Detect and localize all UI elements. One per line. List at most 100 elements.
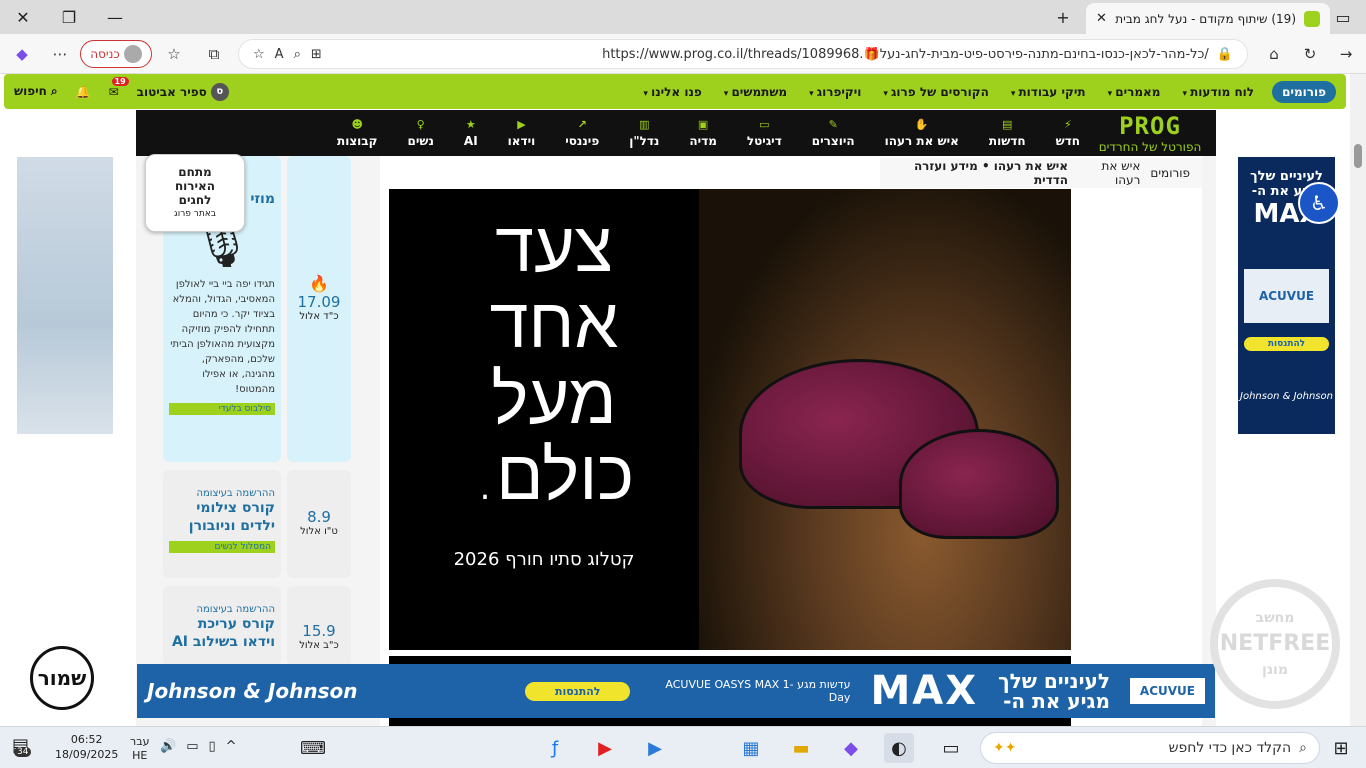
- split-screen-icon[interactable]: ⊞: [311, 47, 322, 62]
- network-icon[interactable]: ▯: [208, 739, 215, 754]
- window-minimize-icon[interactable]: —: [92, 0, 138, 34]
- taskbar-search[interactable]: ⌕ הקלד כאן כדי לחפש ✦✦: [980, 732, 1320, 764]
- event-card[interactable]: ההרשמה בעיצומה קורס צילומי ילדים וניובור…: [163, 470, 281, 578]
- holiday-sticker[interactable]: מתחם האירוח לחגים באתר פרוג: [145, 154, 245, 232]
- promo-banner-image[interactable]: צעד אחד מעל כולם. קטלוג סתיו חורף 2026: [389, 189, 1071, 650]
- home-icon[interactable]: ⌂: [1260, 40, 1288, 68]
- back-icon[interactable]: →: [1332, 40, 1360, 68]
- bottom-ad-cta-button[interactable]: להתנסות: [524, 681, 631, 701]
- menu-item-courses[interactable]: הקורסים של פרוג: [883, 85, 989, 99]
- event-tag: המסלול לנשים: [169, 541, 275, 553]
- nav-new[interactable]: ⚡ חדש: [1056, 118, 1080, 148]
- window-close-icon[interactable]: ✕: [0, 0, 46, 34]
- youtube-icon[interactable]: ▶: [590, 733, 620, 763]
- lock-icon[interactable]: 🔒: [1217, 47, 1233, 62]
- event-hebrew-date: כ"ב אלול: [299, 640, 339, 651]
- nav-video[interactable]: ▶ וידאו: [508, 118, 536, 148]
- window-restore-icon[interactable]: ❐: [46, 0, 92, 34]
- scrollbar-thumb[interactable]: [1354, 144, 1362, 168]
- forums-menu[interactable]: פורומים: [1272, 80, 1336, 103]
- main-menu: לוח מודעות מאמרים תיקי עבודות הקורסים של…: [643, 85, 1254, 99]
- breadcrumb-forums[interactable]: פורומים: [1150, 166, 1190, 180]
- favorites-icon[interactable]: ☆: [160, 40, 188, 68]
- bottom-ad-line: מגיע את ה-: [1003, 689, 1110, 713]
- nav-groups[interactable]: ☻ קבוצות: [337, 118, 377, 148]
- copilot-sparkle-icon: ✦✦: [993, 740, 1017, 756]
- user-menu[interactable]: ס ספיר אביטוב: [137, 82, 229, 101]
- chevron-up-icon[interactable]: ^: [226, 739, 237, 754]
- search-label: חיפוש: [14, 84, 47, 98]
- breadcrumb-community[interactable]: איש את רעהו: [1078, 159, 1140, 187]
- keyboard-icon[interactable]: ⌨: [298, 733, 328, 763]
- read-aloud-icon[interactable]: A: [275, 47, 284, 62]
- breadcrumb-current[interactable]: איש את רעהו • מידע ועזרה הדדית: [892, 159, 1068, 187]
- category-list: ⚡ חדש ▤ חדשות ✋ איש את רעהו ✎ היוצרים ▭ דיגיט…: [337, 118, 1080, 148]
- clock[interactable]: 06:52 18/09/2025: [55, 732, 118, 762]
- more-options-icon[interactable]: ⋯: [46, 40, 74, 68]
- start-icon[interactable]: ⊞: [1326, 733, 1356, 763]
- active-tab[interactable]: (19) שיתוף מקודם - נעל לחג מבית ✕: [1086, 3, 1330, 34]
- extensions-icon[interactable]: ⧉: [200, 40, 228, 68]
- vertical-scrollbar[interactable]: [1350, 74, 1366, 726]
- sticker-caption: באתר פרוג: [174, 209, 216, 219]
- bell-icon[interactable]: 🔔: [76, 85, 91, 99]
- nav-digital[interactable]: ▭ דיגיטל: [747, 118, 782, 148]
- event-date[interactable]: 🔥 17.09 כ"ד אלול: [287, 156, 351, 462]
- menu-item-contact[interactable]: פנו אלינו: [643, 85, 702, 99]
- media-player-icon[interactable]: ▶: [640, 733, 670, 763]
- add-favorite-icon[interactable]: ☆: [253, 47, 265, 62]
- nav-community[interactable]: ✋ איש את רעהו: [885, 118, 959, 148]
- nav-label: חדש: [1055, 134, 1080, 148]
- url-bar[interactable]: ☆ A ⌕ ⊞ https://www.prog.co.il/threads/1…: [238, 39, 1248, 69]
- new-tab-button[interactable]: +: [1040, 0, 1086, 34]
- nav-news[interactable]: ▤ חדשות: [989, 118, 1026, 148]
- copilot-icon[interactable]: ◆: [836, 733, 866, 763]
- store-icon[interactable]: ▦: [736, 733, 766, 763]
- refresh-icon[interactable]: ↻: [1296, 40, 1324, 68]
- task-view-icon[interactable]: ▭: [936, 733, 966, 763]
- site-logo[interactable]: PROG הפורטל של החרדים: [1090, 112, 1210, 154]
- menu-item-articles[interactable]: מאמרים: [1108, 85, 1160, 99]
- file-explorer-icon[interactable]: ▬: [786, 733, 816, 763]
- accessibility-icon[interactable]: ♿: [1298, 182, 1340, 224]
- zoom-icon[interactable]: ⌕: [294, 47, 301, 62]
- sticker-line: לחגים: [178, 193, 212, 207]
- menu-item-portfolios[interactable]: תיקי עבודות: [1011, 85, 1085, 99]
- language-indicator[interactable]: עבר HE: [130, 735, 149, 763]
- netfree-bottom: מוגן: [1261, 662, 1288, 678]
- nav-creators[interactable]: ✎ היוצרים: [812, 118, 855, 148]
- menu-item-users[interactable]: משתמשים: [724, 85, 787, 99]
- event-date[interactable]: 15.9 כ"ב אלול: [287, 586, 351, 666]
- windows-taskbar: ⊞ ⌕ הקלד כאן כדי לחפש ✦✦ ▭ ◐ ◆ ▬ ▦ ▶ ▶ ƒ…: [0, 726, 1366, 768]
- tab-close-icon[interactable]: ✕: [1096, 11, 1107, 26]
- login-button[interactable]: כניסה: [80, 40, 152, 68]
- inbox-icon[interactable]: ✉ 19: [109, 76, 129, 99]
- menu-item-ads[interactable]: לוח מודעות: [1182, 85, 1254, 99]
- search-button[interactable]: ⌕ חיפוש: [14, 84, 58, 99]
- banner-headline: צעד אחד מעל כולם.: [409, 209, 699, 513]
- bottom-ad-headline: לעיניים שלך מגיע את ה-: [998, 671, 1110, 711]
- catalog-caption: קטלוג סתיו חורף 2026: [453, 549, 635, 570]
- event-card[interactable]: ההרשמה בעיצומה קורס עריכת וידאו בשילוב A…: [163, 586, 281, 666]
- ad-product-box: ACUVUE: [1244, 269, 1329, 323]
- nav-ai[interactable]: ★ AI: [464, 118, 478, 148]
- bottom-sticky-ad[interactable]: ACUVUE לעיניים שלך מגיע את ה- MAX עדשות …: [137, 664, 1215, 718]
- ad-cta-button[interactable]: להתנסות: [1244, 337, 1329, 351]
- nav-media[interactable]: ▣ מדיה: [689, 118, 717, 148]
- nav-finance[interactable]: ↗ פיננסי: [565, 118, 599, 148]
- left-decoration-ad[interactable]: [17, 157, 113, 434]
- ad-brand-logo: Johnson & Johnson: [1240, 391, 1333, 402]
- battery-icon[interactable]: ▭: [186, 739, 198, 754]
- nav-realestate[interactable]: ▥ נדל"ן: [629, 118, 659, 148]
- nav-women[interactable]: ♀ נשים: [407, 118, 433, 148]
- event-title: קורס עריכת וידאו בשילוב AI: [171, 616, 275, 650]
- facebook-icon[interactable]: ƒ: [540, 733, 570, 763]
- edge-icon[interactable]: ◐: [884, 733, 914, 763]
- sparkle-icon: ★: [465, 118, 476, 131]
- copilot-icon[interactable]: ◆: [8, 40, 36, 68]
- event-date[interactable]: 8.9 ט"ו אלול: [287, 470, 351, 578]
- system-tray[interactable]: 🔊 ▭ ▯ ^: [160, 739, 237, 754]
- volume-icon[interactable]: 🔊: [160, 739, 176, 754]
- tab-actions-icon[interactable]: ▭: [1320, 0, 1366, 34]
- menu-item-wiki[interactable]: ויקיפרוג: [809, 85, 862, 99]
